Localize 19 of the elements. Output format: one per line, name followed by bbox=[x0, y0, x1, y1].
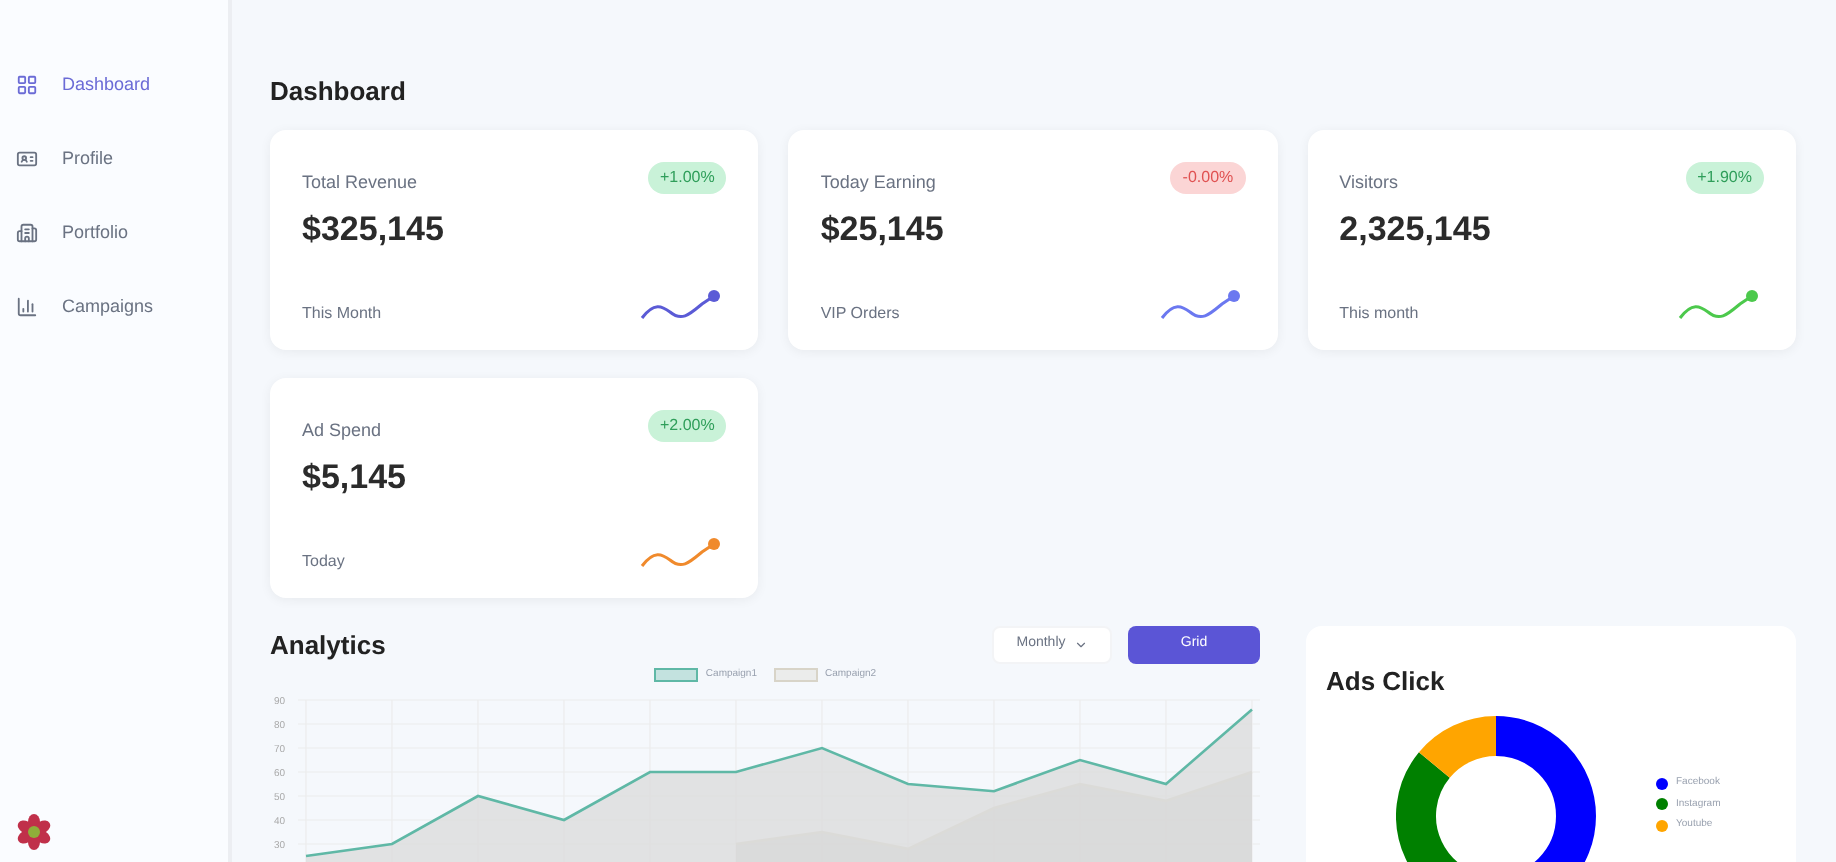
change-badge: +1.90% bbox=[1685, 161, 1764, 193]
stat-title: Ad Spend bbox=[302, 417, 382, 444]
change-badge: +1.00% bbox=[647, 161, 727, 193]
section-title: Analytics bbox=[270, 627, 386, 664]
stat-value: $25,145 bbox=[820, 208, 946, 252]
stat-title: Visitors bbox=[1339, 169, 1398, 195]
stat-value: $325,145 bbox=[302, 208, 446, 252]
stat-title: Total Revenue bbox=[302, 169, 418, 195]
stat-note: This Month bbox=[302, 301, 382, 325]
stat-title: Today Earning bbox=[820, 169, 936, 196]
change-badge: +2.00% bbox=[647, 409, 727, 441]
page-title: Dashboard bbox=[270, 74, 408, 110]
stat-note: VIP Orders bbox=[820, 301, 900, 325]
change-badge: -0.00% bbox=[1170, 161, 1246, 193]
stat-note: This month bbox=[1339, 301, 1419, 325]
stat-value: $5,145 bbox=[302, 456, 408, 500]
stat-value: 2,325,145 bbox=[1339, 208, 1493, 252]
section-title: Ads Click bbox=[1326, 663, 1447, 699]
stat-note: Today bbox=[302, 549, 345, 573]
